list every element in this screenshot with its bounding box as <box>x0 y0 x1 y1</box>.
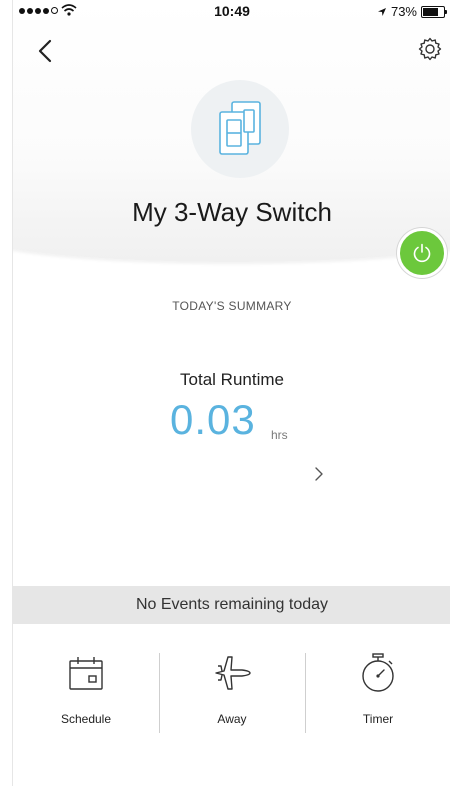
runtime-label: Total Runtime <box>180 370 284 389</box>
airplane-icon <box>215 656 251 690</box>
events-banner: No Events remaining today <box>13 586 450 624</box>
action-bar: Schedule Away Timer <box>13 645 450 735</box>
battery-icon <box>421 5 447 18</box>
schedule-label: Schedule <box>60 712 112 726</box>
location-arrow-icon <box>377 7 386 16</box>
device-name: My 3-Way Switch <box>132 197 332 227</box>
summary-title: TODAY'S SUMMARY <box>172 299 292 313</box>
runtime-value: 0.03 <box>170 396 256 443</box>
app-screen: 10:49 73% My 3-Way Switch TODAY'S SUMMAR… <box>12 0 450 786</box>
battery-status: 73% <box>377 4 447 19</box>
timer-label: Timer <box>362 712 394 726</box>
away-label: Away <box>217 712 247 726</box>
away-button[interactable]: Away <box>159 645 305 735</box>
status-bar: 10:49 73% <box>13 0 450 22</box>
settings-gear-icon[interactable] <box>417 36 443 62</box>
runtime-unit: hrs <box>271 428 288 442</box>
back-button[interactable] <box>35 38 57 64</box>
three-way-switch-icon <box>219 101 261 155</box>
power-toggle-button[interactable] <box>397 228 447 278</box>
stopwatch-icon <box>362 653 394 692</box>
calendar-icon <box>69 657 103 690</box>
battery-percent: 73% <box>390 4 417 19</box>
power-icon <box>413 243 431 263</box>
device-icon-circle <box>191 80 289 178</box>
timer-button[interactable]: Timer <box>305 645 450 735</box>
summary-detail-chevron-icon[interactable] <box>312 465 326 483</box>
schedule-button[interactable]: Schedule <box>13 645 159 735</box>
